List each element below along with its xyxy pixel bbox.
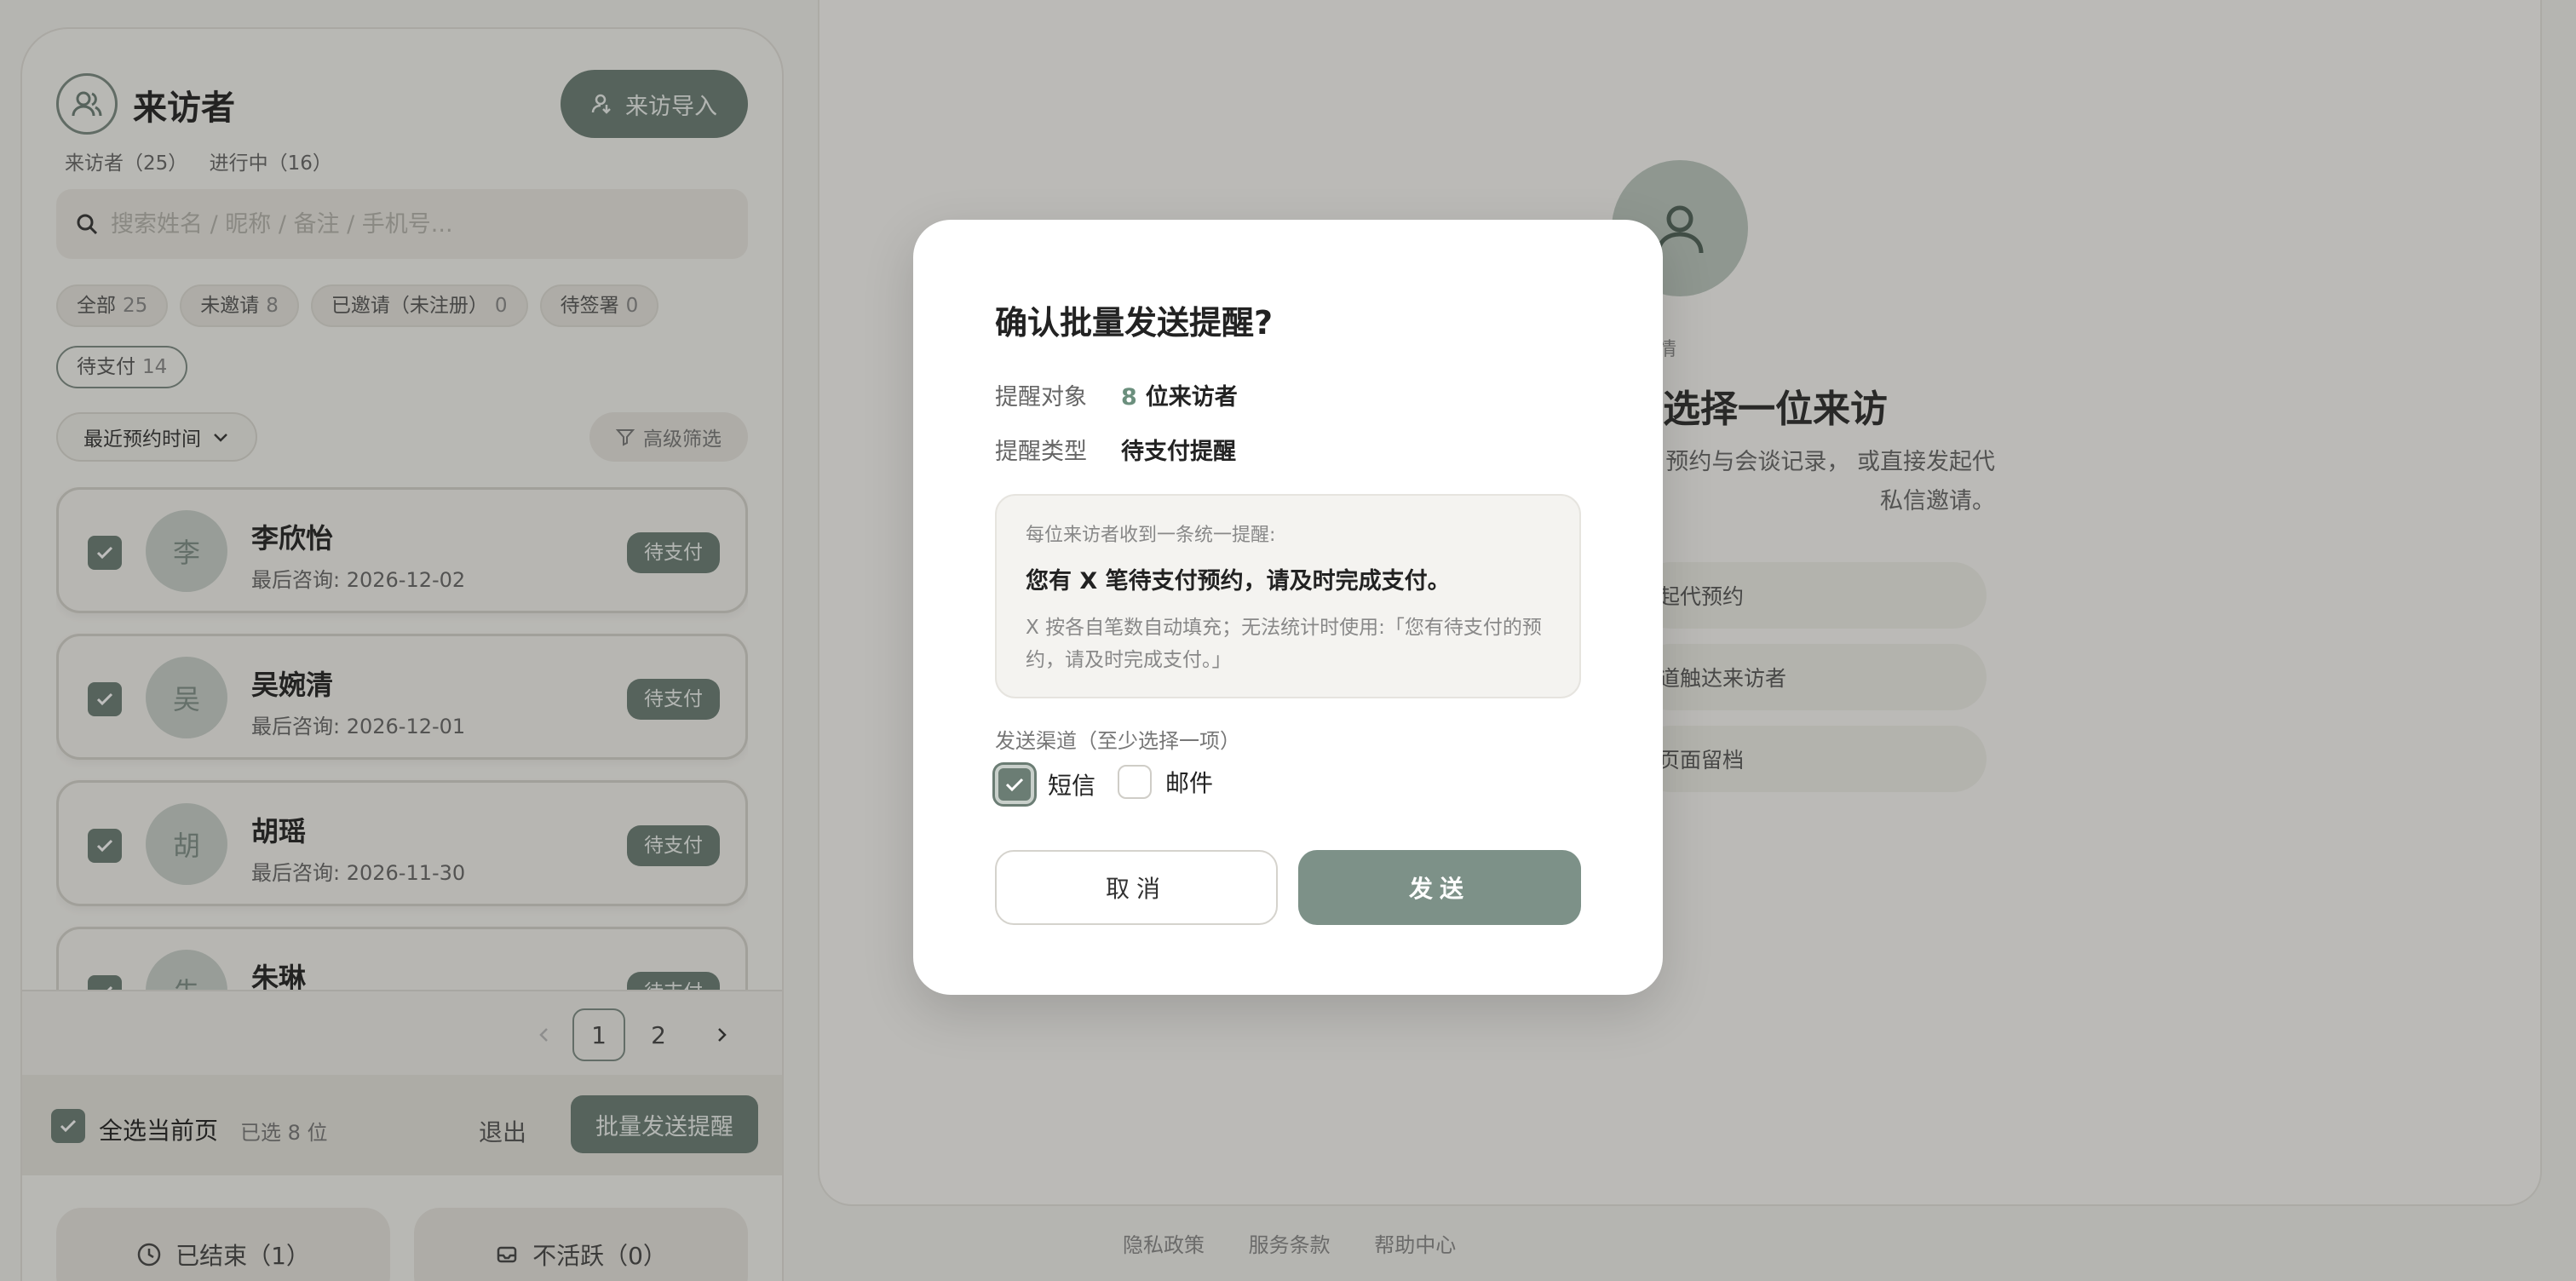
target-label: 提醒对象 xyxy=(995,384,1087,411)
target-count: 8 xyxy=(1121,384,1137,411)
check-icon xyxy=(1005,778,1024,792)
message-preview: 每位来访者收到一条统一提醒: 您有 X 笔待支付预约，请及时完成支付。 X 按各… xyxy=(995,494,1581,698)
sms-checkbox[interactable] xyxy=(995,765,1034,804)
type-value: 待支付提醒 xyxy=(1121,439,1236,465)
type-label: 提醒类型 xyxy=(995,439,1087,465)
message-hint: 每位来访者收到一条统一提醒: xyxy=(1026,525,1276,546)
dialog-title: 确认批量发送提醒? xyxy=(995,304,1274,342)
target-row: 提醒对象 8 位来访者 xyxy=(995,378,1238,411)
channel-label: 发送渠道（至少选择一项） xyxy=(995,729,1240,753)
email-checkbox[interactable] xyxy=(1118,765,1152,799)
message-text: 您有 X 笔待支付预约，请及时完成支付。 xyxy=(1026,568,1451,595)
target-value: 8 位来访者 xyxy=(1121,378,1238,411)
send-button[interactable]: 发送 xyxy=(1298,850,1581,925)
cancel-button[interactable]: 取消 xyxy=(995,850,1278,925)
channel-sms[interactable]: 短信 xyxy=(995,765,1095,804)
sms-label: 短信 xyxy=(1048,772,1096,800)
type-row: 提醒类型 待支付提醒 xyxy=(995,433,1236,466)
email-label: 邮件 xyxy=(1165,769,1214,797)
channel-email[interactable]: 邮件 xyxy=(1118,765,1213,799)
message-note: X 按各自笔数自动填充；无法统计时使用:「您有待支付的预约，请及时完成支付。」 xyxy=(1026,617,1542,671)
target-unit: 位来访者 xyxy=(1145,384,1238,411)
bulk-reminder-dialog: 确认批量发送提醒? 提醒对象 8 位来访者 提醒类型 待支付提醒 每位来访者收到一… xyxy=(913,220,1663,995)
